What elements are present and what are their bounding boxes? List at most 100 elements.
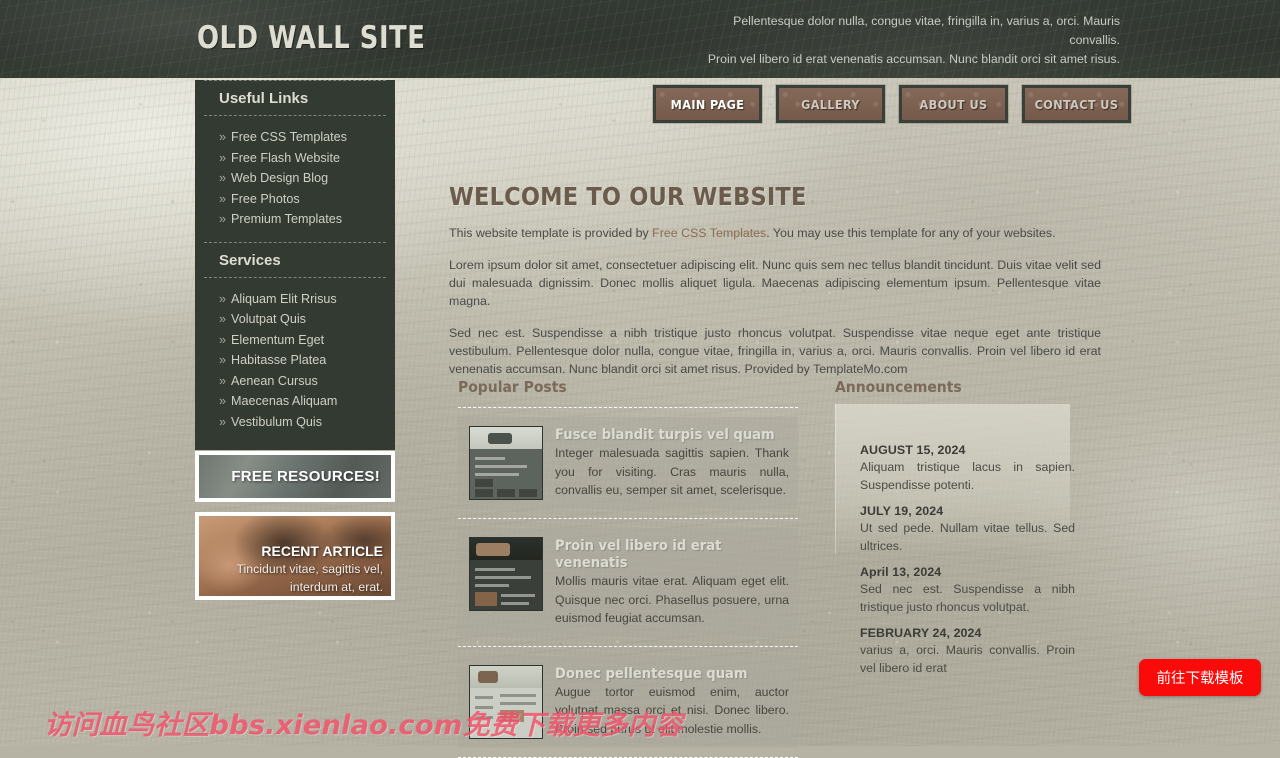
announcement-item: April 13, 2024 Sed nec est. Suspendisse … (860, 565, 1075, 616)
nav-item-contact-us[interactable]: CONTACT US (1022, 85, 1131, 123)
bullet-icon: » (219, 332, 227, 347)
bullet-icon: » (219, 212, 227, 226)
sidebar-link-label[interactable]: Aenean Cursus (231, 374, 318, 388)
banner-recent-article-line-2: interdum at, erat. (290, 580, 383, 594)
sidebar-link-label[interactable]: Elementum Eget (231, 333, 324, 347)
sidebar-item-maecenas-aliquam[interactable]: » Maecenas Aliquam (195, 393, 395, 409)
header-tagline: Pellentesque dolor nulla, congue vitae, … (700, 12, 1120, 69)
bullet-icon: » (219, 171, 227, 185)
site-title: OLD WALL SITE (197, 20, 426, 56)
bullet-icon: » (219, 291, 227, 306)
announcement-date: JULY 19, 2024 (860, 504, 944, 518)
bullet-icon: » (219, 373, 227, 388)
bullet-icon: » (219, 130, 227, 144)
sidebar-item-free-css-templates[interactable]: » Free CSS Templates (195, 129, 395, 145)
nav-item-about-us[interactable]: ABOUT US (899, 85, 1008, 123)
post-item[interactable]: Proin vel libero id erat venenatis Molli… (458, 528, 798, 637)
banner-free-resources-label: FREE RESOURCES! (231, 468, 380, 485)
post-title[interactable]: Fusce blandit turpis vel quam (555, 426, 789, 443)
post-excerpt: Mollis mauris vitae erat. Aliquam eget e… (555, 574, 789, 625)
sidebar-item-free-photos[interactable]: » Free Photos (195, 191, 395, 207)
announcement-text: Ut sed pede. Nullam vitae tellus. Sed ul… (860, 521, 1075, 553)
announcements-list: AUGUST 15, 2024 Aliquam tristique lacus … (835, 407, 1075, 677)
banner-recent-article[interactable]: RECENT ARTICLE Tincidunt vitae, sagittis… (195, 512, 395, 600)
sidebar-link-label[interactable]: Aliquam Elit Rrisus (231, 292, 337, 306)
site-header: OLD WALL SITE Pellentesque dolor nulla, … (0, 0, 1280, 78)
banner-free-resources[interactable]: FREE RESOURCES! (195, 451, 395, 502)
sidebar-link-label[interactable]: Vestibulum Quis (231, 415, 322, 429)
announcement-date: FEBRUARY 24, 2024 (860, 626, 982, 640)
header-tagline-line-1: Pellentesque dolor nulla, congue vitae, … (733, 14, 1120, 47)
sidebar-link-label[interactable]: Free CSS Templates (231, 130, 347, 144)
page-title: WELCOME TO OUR WEBSITE (449, 182, 807, 211)
sidebar-list-useful-links: » Free CSS Templates » Free Flash Website … (195, 116, 395, 242)
sidebar-item-elementum-eget[interactable]: » Elementum Eget (195, 332, 395, 348)
bullet-icon: » (219, 150, 227, 165)
announcement-item: JULY 19, 2024 Ut sed pede. Nullam vitae … (860, 504, 1075, 555)
post-thumbnail-image[interactable] (469, 537, 543, 611)
sidebar-link-label[interactable]: Habitasse Platea (231, 353, 326, 367)
intro-text-before: This website template is provided by (449, 226, 653, 240)
popular-posts-heading: Popular Posts (458, 378, 567, 396)
announcements-column: Announcements AUGUST 15, 2024 Aliquam tr… (835, 378, 1075, 687)
intro-link-free-css-templates[interactable]: Free CSS Templates (652, 226, 766, 240)
sidebar-heading-useful-links: Useful Links (219, 90, 309, 107)
announcement-item: AUGUST 15, 2024 Aliquam tristique lacus … (860, 443, 1075, 494)
sidebar-link-label[interactable]: Volutpat Quis (231, 312, 306, 326)
main-content: WELCOME TO OUR WEBSITE This website temp… (449, 182, 1101, 758)
sidebar-link-label[interactable]: Free Flash Website (231, 151, 340, 165)
main-navigation: MAIN PAGE GALLERY ABOUT US CONTACT US (653, 85, 1131, 123)
announcement-text: varius a, orci. Mauris convallis. Proin … (860, 643, 1075, 675)
sidebar-list-services: » Aliquam Elit Rrisus » Volutpat Quis » Ele… (195, 278, 395, 437)
sidebar-heading-services: Services (219, 251, 281, 269)
post-excerpt: Integer malesuada sagittis sapien. Thank… (555, 446, 789, 497)
posts-divider (458, 407, 798, 408)
announcement-date: April 13, 2024 (860, 565, 942, 579)
sidebar-item-premium-templates[interactable]: » Premium Templates (195, 211, 395, 227)
bullet-icon: » (219, 191, 227, 206)
sidebar-link-label[interactable]: Premium Templates (231, 212, 342, 226)
post-text-block: Fusce blandit turpis vel quam Integer ma… (555, 426, 789, 500)
post-thumbnail-image[interactable] (469, 426, 543, 500)
posts-divider (458, 645, 798, 647)
sidebar-item-aenean-cursus[interactable]: » Aenean Cursus (195, 373, 395, 389)
announcements-heading: Announcements (835, 378, 962, 396)
post-title[interactable]: Donec pellentesque quam (555, 665, 789, 682)
sidebar-link-label[interactable]: Web Design Blog (231, 171, 328, 185)
sidebar-link-label[interactable]: Maecenas Aliquam (231, 394, 337, 408)
sidebar-item-habitasse-platea[interactable]: » Habitasse Platea (195, 352, 395, 368)
post-title[interactable]: Proin vel libero id erat venenatis (555, 537, 789, 571)
bullet-icon: » (219, 414, 227, 429)
bullet-icon: » (219, 353, 227, 367)
download-template-button[interactable]: 前往下载模板 (1139, 659, 1261, 696)
sidebar-item-vestibulum-quis[interactable]: » Vestibulum Quis (195, 414, 395, 430)
banner-recent-article-line-1: Tincidunt vitae, sagittis vel, (236, 562, 384, 576)
bullet-icon: » (219, 394, 227, 408)
popular-posts-column: Popular Posts Fusce blandit turpis vel q… (458, 378, 798, 758)
body-paragraph-1: Lorem ipsum dolor sit amet, consectetuer… (449, 258, 1101, 308)
announcement-item: FEBRUARY 24, 2024 varius a, orci. Mauris… (860, 626, 1075, 677)
sidebar-panel: Useful Links » Free CSS Templates » Free F… (195, 80, 395, 450)
posts-divider (458, 518, 798, 519)
sidebar-item-aliquam-elit-rrisus[interactable]: » Aliquam Elit Rrisus (195, 291, 395, 307)
watermark-text: 访问血鸟社区bbs.xienlao.com免费下载更多内容 (44, 710, 683, 741)
sidebar-item-volutpat-quis[interactable]: » Volutpat Quis (195, 311, 395, 327)
bullet-icon: » (219, 312, 227, 326)
sidebar-link-label[interactable]: Free Photos (231, 192, 300, 206)
nav-item-gallery[interactable]: GALLERY (776, 85, 885, 123)
sidebar: Useful Links » Free CSS Templates » Free F… (195, 80, 395, 600)
body-paragraph-2: Sed nec est. Suspendisse a nibh tristiqu… (449, 326, 1101, 376)
announcement-text: Aliquam tristique lacus in sapien. Suspe… (860, 460, 1075, 492)
announcement-text: Sed nec est. Suspendisse a nibh tristiqu… (860, 582, 1075, 614)
posts-divider (458, 756, 798, 758)
sidebar-item-web-design-blog[interactable]: » Web Design Blog (195, 170, 395, 186)
banner-recent-article-title: RECENT ARTICLE (261, 543, 383, 559)
sidebar-item-free-flash-website[interactable]: » Free Flash Website (195, 150, 395, 166)
intro-line: This website template is provided by Fre… (449, 225, 1101, 242)
header-tagline-line-2: Proin vel libero id erat venenatis accum… (707, 52, 1120, 66)
announcement-date: AUGUST 15, 2024 (860, 443, 966, 457)
intro-text-after: . You may use this template for any of y… (766, 226, 1056, 240)
post-item[interactable]: Fusce blandit turpis vel quam Integer ma… (458, 417, 798, 509)
post-text-block: Proin vel libero id erat venenatis Molli… (555, 537, 789, 628)
nav-item-main-page[interactable]: MAIN PAGE (653, 85, 762, 123)
